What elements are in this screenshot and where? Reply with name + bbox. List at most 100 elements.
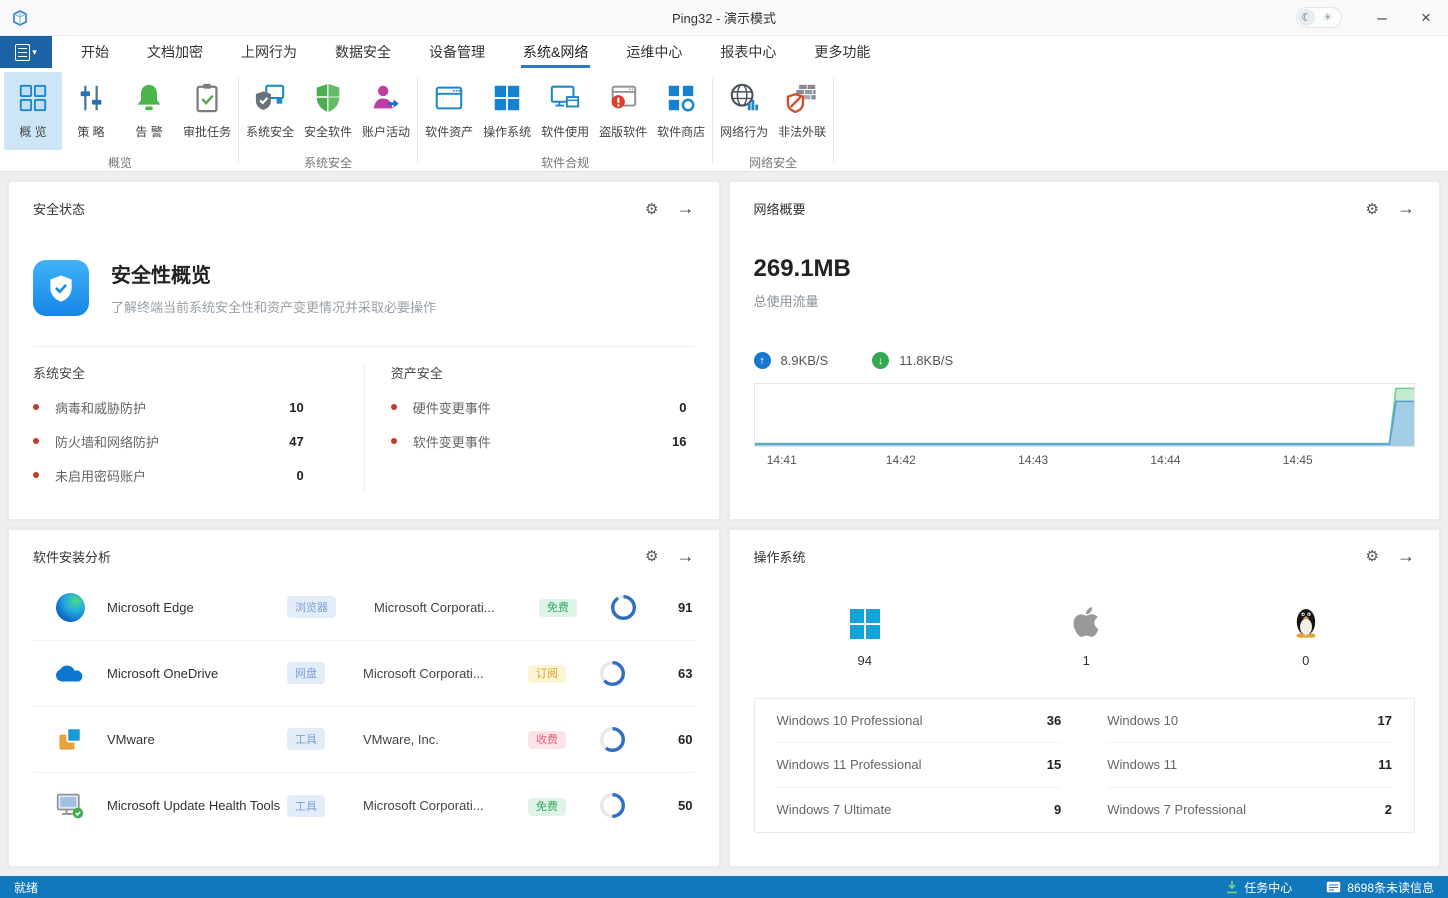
unread-messages-button[interactable]: 8698条未读信息	[1326, 879, 1434, 896]
ribbon-button-network-behavior[interactable]: 网络行为	[715, 72, 773, 150]
gear-icon[interactable]: ⚙	[1366, 547, 1379, 565]
arrow-right-icon[interactable]: →	[1397, 546, 1415, 567]
os-grid-icon	[491, 78, 523, 118]
os-version-row[interactable]: Windows 10 17	[1107, 699, 1392, 743]
firewall-shield-icon	[786, 78, 818, 118]
software-row[interactable]: Microsoft OneDrive 网盘 Microsoft Corporat…	[33, 641, 695, 707]
tab-device-mgmt[interactable]: 设备管理	[410, 36, 504, 68]
ribbon-group-system-security: 系统安全 安全软件 账户活动 系统安全	[241, 68, 415, 171]
user-activity-icon	[370, 78, 402, 118]
gear-icon[interactable]: ⚙	[645, 200, 658, 218]
install-ratio-donut	[599, 726, 626, 752]
window-title: Ping32 - 演示模式	[671, 11, 777, 26]
os-platform-linux: 0	[1293, 605, 1319, 668]
ribbon-button-security-software[interactable]: 安全软件	[299, 72, 357, 150]
panel-title: 网络概要	[753, 202, 806, 217]
price-badge: 收费	[528, 731, 566, 749]
ribbon-button-illegal-connection[interactable]: 非法外联	[773, 72, 831, 150]
category-badge: 网盘	[287, 662, 325, 684]
stat-row-software-change[interactable]: 软件变更事件 16	[390, 424, 687, 458]
os-version-row[interactable]: Windows 11 Professional 15	[776, 743, 1062, 788]
asset-security-stats: 资产安全 硬件变更事件 0 软件变更事件 16	[363, 363, 695, 492]
upload-rate-value: 8.9KB/S	[780, 353, 829, 368]
stat-row-virus-threat[interactable]: 病毒和威胁防护 10	[33, 390, 304, 424]
chart-tick-label: 14:43	[1018, 453, 1049, 467]
software-row[interactable]: Microsoft Edge 浏览器 Microsoft Corporati..…	[33, 575, 695, 641]
arrow-right-icon[interactable]: →	[677, 546, 695, 567]
windows-count: 94	[857, 652, 872, 668]
task-center-button[interactable]: 任务中心	[1226, 879, 1292, 896]
tab-doc-encryption[interactable]: 文档加密	[128, 36, 222, 68]
chart-tick-label: 14:44	[1150, 453, 1181, 467]
panel-software-analysis: 软件安装分析 ⚙ → Microsoft Edge 浏览器 Microsoft …	[8, 528, 720, 867]
ribbon-button-software-store[interactable]: 软件商店	[652, 72, 710, 150]
stats-section-title: 系统安全	[33, 366, 86, 381]
os-version-row[interactable]: Windows 7 Ultimate 9	[777, 788, 1062, 833]
theme-toggle[interactable]: ☾ ☀	[1296, 7, 1342, 28]
tab-more-features[interactable]: 更多功能	[795, 36, 889, 68]
ribbon-button-system-security[interactable]: 系统安全	[241, 72, 299, 150]
alert-dot-icon	[390, 438, 397, 444]
ribbon-separator	[417, 78, 419, 163]
os-platform-apple: 1	[1072, 605, 1100, 668]
panel-title: 安全状态	[33, 202, 86, 217]
apple-logo-icon	[1072, 605, 1100, 639]
price-badge: 订阅	[528, 665, 566, 683]
stat-row-hardware-change[interactable]: 硬件变更事件 0	[390, 390, 687, 424]
ribbon-button-approval-tasks[interactable]: 审批任务	[178, 72, 236, 150]
ribbon-tab-row: ▾ 开始 文档加密 上网行为 数据安全 设备管理 系统&网络 运维中心 报表中心…	[0, 36, 1448, 68]
light-mode-icon[interactable]: ☀	[1315, 11, 1340, 24]
status-ready: 就绪	[14, 880, 39, 895]
tab-data-security[interactable]: 数据安全	[316, 36, 410, 68]
ribbon-button-operating-system[interactable]: 操作系统	[478, 72, 536, 150]
tab-start[interactable]: 开始	[62, 36, 128, 68]
tab-system-network[interactable]: 系统&网络	[504, 36, 607, 68]
chart-tick-label: 14:45	[1282, 453, 1313, 467]
os-version-row[interactable]: Windows 11 11	[1107, 743, 1392, 788]
software-row[interactable]: Microsoft Update Health Tools 工具 Microso…	[33, 773, 695, 839]
arrow-right-icon[interactable]: →	[677, 198, 695, 219]
panel-security-status: 安全状态 ⚙ → 安全性概览 了解终端当前系统安全性和资产变更情况并采取必要操作…	[8, 181, 720, 520]
ribbon-button-software-usage[interactable]: 软件使用	[536, 72, 594, 150]
os-version-row[interactable]: Windows 10 Professional 36	[776, 699, 1062, 743]
ribbon-button-alerts[interactable]: 告 警	[120, 72, 178, 150]
ribbon-button-account-activity[interactable]: 账户活动	[357, 72, 415, 150]
dark-mode-icon[interactable]: ☾	[1298, 9, 1315, 26]
system-security-stats: 系统安全 病毒和威胁防护 10 防火墙和网络防护 47 未启用密码账户 0	[33, 363, 364, 492]
download-arrow-icon: ↓	[872, 352, 890, 369]
tab-report-center[interactable]: 报表中心	[701, 36, 795, 68]
gear-icon[interactable]: ⚙	[645, 547, 658, 565]
titlebar: Ping32 - 演示模式 ☾ ☀ – ×	[0, 0, 1448, 36]
ribbon-button-overview[interactable]: 概 览	[4, 72, 62, 150]
software-row[interactable]: VMware 工具 VMware, Inc. 收费 60	[33, 707, 695, 773]
panel-network-summary: 网络概要 ⚙ → 269.1MB 总使用流量 ↑ 8.9KB/S ↓ 11.8K…	[728, 181, 1440, 520]
grid-overview-icon	[17, 78, 49, 118]
os-version-row[interactable]: Windows 7 Professional 2	[1107, 788, 1392, 833]
category-badge: 工具	[287, 728, 325, 750]
app-store-icon	[665, 78, 697, 118]
price-badge: 免费	[528, 797, 566, 816]
ribbon-button-software-assets[interactable]: 软件资产	[420, 72, 478, 150]
app-window-icon	[433, 78, 465, 118]
tab-web-behavior[interactable]: 上网行为	[222, 36, 316, 68]
minimize-button[interactable]: –	[1360, 1, 1404, 35]
ribbon-button-pirated-software[interactable]: 盗版软件	[594, 72, 652, 150]
chart-tick-label: 14:42	[885, 453, 916, 467]
ribbon-button-policy[interactable]: 策 略	[62, 72, 120, 150]
network-traffic-chart[interactable]	[753, 383, 1415, 447]
ribbon-separator	[833, 78, 835, 163]
tab-ops-center[interactable]: 运维中心	[607, 36, 701, 68]
chart-tick-label: 14:41	[766, 453, 797, 467]
arrow-right-icon[interactable]: →	[1397, 198, 1415, 219]
shield-check-icon	[50, 275, 72, 302]
gear-icon[interactable]: ⚙	[1366, 200, 1379, 218]
stats-section-title: 资产安全	[390, 366, 443, 381]
install-ratio-donut	[599, 792, 626, 819]
file-menu-button[interactable]: ▾	[0, 36, 52, 68]
close-button[interactable]: ×	[1404, 1, 1448, 35]
category-badge: 浏览器	[287, 596, 336, 618]
stat-row-firewall-network[interactable]: 防火墙和网络防护 47	[33, 424, 304, 458]
security-overview-description: 了解终端当前系统安全性和资产变更情况并采取必要操作	[111, 300, 437, 315]
stat-row-no-password-accounts[interactable]: 未启用密码账户 0	[33, 458, 304, 492]
upload-rate: ↑ 8.9KB/S	[753, 352, 829, 369]
